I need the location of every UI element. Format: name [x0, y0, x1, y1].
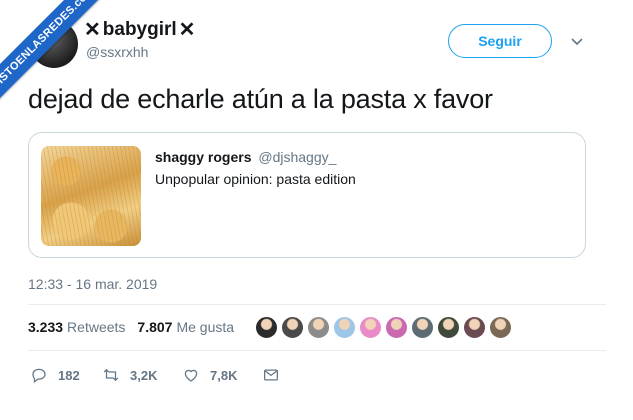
like-count: 7,8K [210, 367, 238, 383]
liker-avatar[interactable] [307, 316, 330, 339]
display-name-text: babygirl [102, 19, 177, 40]
retweet-icon [103, 368, 119, 382]
divider [28, 350, 606, 351]
quoted-author-name: shaggy rogers [155, 149, 252, 165]
retweet-action[interactable]: 3,2K [102, 366, 182, 384]
liker-avatar[interactable] [333, 316, 356, 339]
chevron-down-icon[interactable] [570, 34, 584, 48]
heart-icon [184, 369, 198, 382]
liker-avatar[interactable] [437, 316, 460, 339]
liker-avatar[interactable] [463, 316, 486, 339]
quoted-text: Unpopular opinion: pasta edition [155, 171, 356, 187]
watermark-text: VISTOENLASREDES.com [0, 0, 110, 107]
reply-count: 182 [58, 367, 80, 383]
envelope-icon [263, 369, 279, 381]
liker-avatar[interactable] [255, 316, 278, 339]
action-bar: 182 3,2K 7,8K [30, 366, 280, 384]
follow-button[interactable]: Seguir [448, 24, 552, 58]
retweets-label: Retweets [67, 319, 126, 335]
liker-avatar[interactable] [281, 316, 304, 339]
quoted-author-handle: @djshaggy_ [258, 149, 337, 165]
like-action[interactable]: 7,8K [182, 366, 262, 384]
divider [28, 304, 606, 305]
liker-avatars [255, 316, 512, 339]
liker-avatar[interactable] [411, 316, 434, 339]
reply-icon [32, 368, 46, 384]
likes-stat[interactable]: 7.807 Me gusta [137, 319, 234, 335]
timestamp[interactable]: 12:33 - 16 mar. 2019 [28, 276, 157, 292]
quoted-author: shaggy rogers @djshaggy_ [155, 149, 336, 165]
x-mark-icon: ✕ [178, 19, 196, 41]
liker-avatar[interactable] [359, 316, 382, 339]
reply-action[interactable]: 182 [30, 366, 102, 384]
liker-avatar[interactable] [489, 316, 512, 339]
retweet-count: 3,2K [130, 367, 158, 383]
quoted-tweet[interactable]: shaggy rogers @djshaggy_ Unpopular opini… [28, 132, 586, 258]
engagement-stats: 3.233 Retweets 7.807 Me gusta [28, 319, 234, 335]
watermark: VISTOENLASREDES.com [0, 0, 110, 110]
retweets-count: 3.233 [28, 319, 64, 335]
pasta-image[interactable] [41, 146, 141, 246]
likes-label: Me gusta [176, 319, 235, 335]
likes-count: 7.807 [137, 319, 173, 335]
direct-message-action[interactable] [262, 366, 280, 384]
retweets-stat[interactable]: 3.233 Retweets [28, 319, 125, 335]
liker-avatar[interactable] [385, 316, 408, 339]
